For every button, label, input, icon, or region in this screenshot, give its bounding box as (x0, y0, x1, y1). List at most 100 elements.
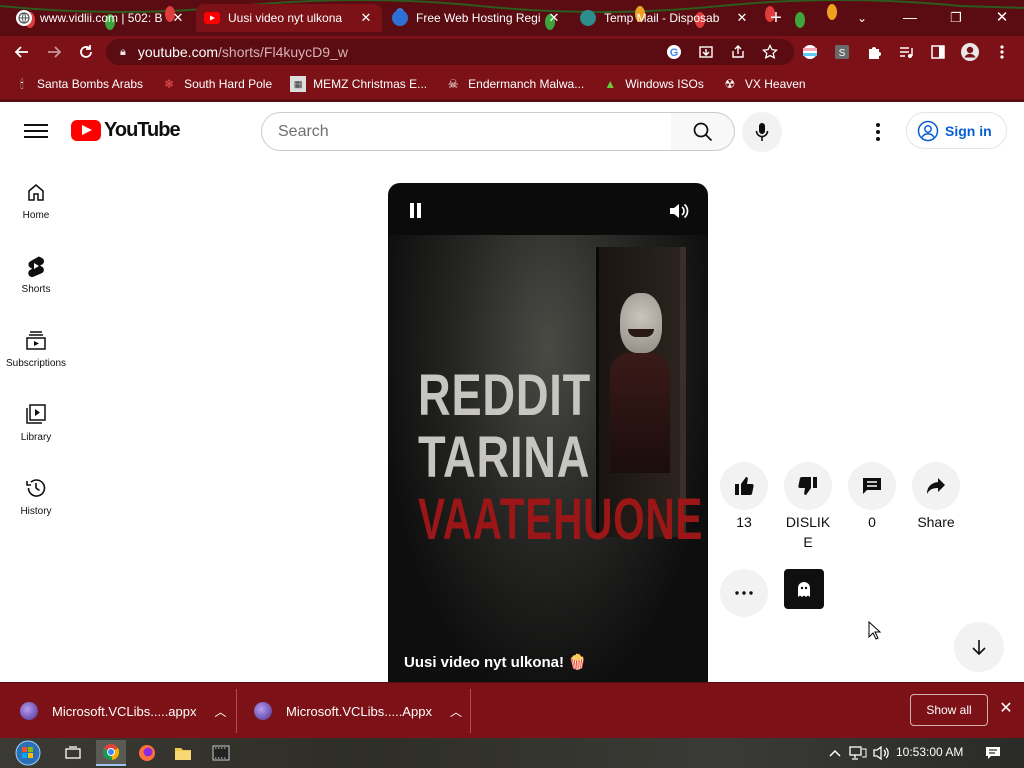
restore-button[interactable]: ❐ (944, 6, 968, 30)
video-overlay-line-1: REDDIT (418, 363, 592, 428)
pause-icon[interactable] (408, 203, 424, 219)
voice-search-button[interactable] (742, 112, 782, 152)
address-bar[interactable]: 🔒︎ youtube.com/shorts/Fl4kuycD9_w (106, 39, 794, 65)
close-tab-icon[interactable]: ✕ (170, 10, 186, 26)
taskbar-clock[interactable]: 10:53:00 AM (896, 745, 963, 759)
start-orb-icon[interactable] (10, 740, 46, 766)
bookmark-item[interactable]: ▲ Windows ISOs (602, 76, 704, 92)
task-view-icon[interactable] (58, 740, 88, 766)
bookmark-item[interactable]: ❄ South Hard Pole (161, 76, 272, 92)
close-tab-icon[interactable]: ✕ (546, 10, 562, 26)
chevron-up-icon[interactable]: ︿ (215, 703, 227, 720)
skull-icon: ☠ (447, 77, 459, 91)
lock-icon[interactable]: 🔒︎ (120, 46, 126, 59)
close-tab-icon[interactable]: ✕ (734, 10, 750, 26)
next-short-button[interactable] (954, 622, 1004, 672)
forward-button[interactable] (40, 38, 68, 66)
divider (470, 689, 471, 733)
appx-file-icon (20, 702, 38, 720)
show-hidden-icons-chevron-icon[interactable] (826, 740, 844, 766)
shorts-video-player[interactable]: REDDIT TARINA VAATEHUONE Uusi video nyt … (388, 183, 708, 682)
tab-free-web-hosting[interactable]: Free Web Hosting Regi ✕ (384, 4, 570, 32)
tab-vidlii[interactable]: www.vidlii.com | 502: B ✕ (8, 4, 194, 32)
vx-icon: ☢ (724, 77, 736, 91)
globe-icon (16, 10, 32, 26)
bookmark-item[interactable]: 🕯︎ Santa Bombs Arabs (14, 76, 143, 92)
search-placeholder: Search (278, 122, 329, 140)
search-button[interactable] (671, 112, 735, 151)
tab-youtube-short[interactable]: Uusi video nyt ulkona ✕ (196, 4, 382, 32)
comments-button[interactable] (848, 462, 896, 510)
share-icon[interactable] (726, 40, 750, 64)
mouse-cursor-icon (868, 621, 882, 640)
download-item[interactable]: Microsoft.VCLibs.....appx ︿ (20, 683, 227, 739)
bookmark-item[interactable]: ☢ VX Heaven (722, 76, 806, 92)
close-tab-icon[interactable]: ✕ (358, 10, 374, 26)
chevron-up-icon[interactable]: ︿ (450, 703, 462, 720)
settings-kebab-icon[interactable] (866, 120, 890, 144)
sidebar-item-subscriptions[interactable]: Subscriptions (0, 328, 72, 369)
action-center-notification-icon[interactable] (978, 740, 1008, 766)
speaker-volume-icon[interactable] (872, 740, 892, 766)
bookmark-star-icon[interactable] (758, 40, 782, 64)
chrome-taskbar-icon[interactable] (96, 740, 126, 766)
video-overlay-line-2: TARINA (418, 425, 591, 490)
network-icon[interactable] (848, 740, 868, 766)
file-explorer-icon[interactable] (168, 740, 198, 766)
bookmark-label: MEMZ Christmas E... (313, 77, 428, 91)
svg-text:G: G (670, 47, 679, 59)
dislike-label: DISLIK E (776, 512, 840, 552)
reload-button[interactable] (72, 38, 100, 66)
extension-flag-icon[interactable] (798, 40, 822, 64)
tempmail-icon (580, 10, 596, 26)
like-button[interactable] (720, 462, 768, 510)
extensions-puzzle-icon[interactable] (862, 40, 886, 64)
download-item[interactable]: Microsoft.VCLibs.....Appx ︿ (254, 683, 462, 739)
sidebar-item-history[interactable]: History (0, 476, 72, 517)
youtube-play-icon (71, 120, 101, 141)
video-caption[interactable]: Uusi video nyt ulkona! 🍿 (404, 653, 587, 671)
sidebar-item-home[interactable]: Home (0, 180, 72, 221)
media-player-icon[interactable] (206, 740, 236, 766)
firefox-taskbar-icon[interactable] (132, 740, 162, 766)
back-button[interactable] (8, 38, 36, 66)
sidebar-item-label: Subscriptions (5, 358, 67, 369)
tab-title: www.vidlii.com | 502: B (40, 11, 163, 25)
chrome-menu-icon[interactable] (990, 40, 1014, 64)
youtube-logo[interactable]: YouTube (71, 119, 181, 142)
channel-avatar-ghost-icon[interactable] (784, 569, 824, 609)
sign-in-label: Sign in (945, 122, 992, 139)
comment-count: 0 (868, 514, 876, 530)
extension-s-icon[interactable]: S (830, 40, 854, 64)
bookmark-item[interactable]: ▦ MEMZ Christmas E... (290, 76, 427, 92)
sidebar-item-shorts[interactable]: Shorts (0, 254, 72, 295)
google-lens-icon[interactable]: G (662, 40, 686, 64)
bookmark-item[interactable]: ☠ Endermanch Malwa... (445, 76, 584, 92)
dislike-button[interactable] (784, 462, 832, 510)
account-circle-icon (917, 120, 939, 141)
hamburger-menu-icon[interactable] (22, 120, 50, 142)
show-all-downloads-button[interactable]: Show all (910, 694, 988, 726)
volume-icon[interactable] (668, 201, 690, 221)
more-horizontal-icon (735, 591, 753, 595)
close-shelf-icon[interactable]: ✕ (996, 699, 1016, 719)
video-creature-face (620, 293, 662, 353)
search-input[interactable]: Search (261, 112, 672, 151)
close-window-button[interactable]: ✕ (990, 6, 1014, 30)
profile-avatar-icon[interactable] (958, 40, 982, 64)
install-app-icon[interactable] (694, 40, 718, 64)
thumbs-down-icon (798, 477, 817, 495)
arrow-down-icon (972, 640, 986, 656)
sign-in-button[interactable]: Sign in (906, 112, 1007, 149)
tab-temp-mail[interactable]: Temp Mail - Disposab ✕ (572, 4, 758, 32)
side-panel-icon[interactable] (926, 40, 950, 64)
memz-icon: ▦ (290, 76, 307, 92)
share-button[interactable] (912, 462, 960, 510)
minimize-button[interactable]: — (898, 6, 922, 30)
new-tab-button[interactable]: + (764, 6, 788, 30)
sidebar-item-library[interactable]: Library (0, 402, 72, 443)
tab-search-chevron-icon[interactable]: ⌄ (852, 8, 872, 28)
more-actions-button[interactable] (720, 569, 768, 617)
tab-strip: www.vidlii.com | 502: B ✕ Uusi video nyt… (0, 0, 1024, 36)
media-control-icon[interactable] (894, 40, 918, 64)
